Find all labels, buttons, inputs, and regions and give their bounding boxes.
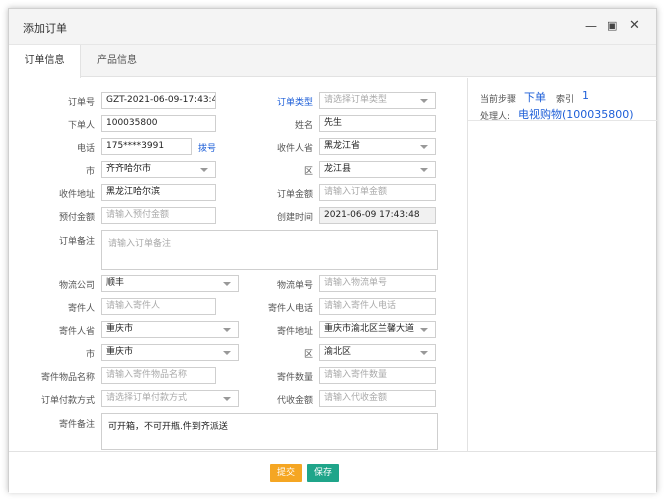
- phone-input[interactable]: 175****3991: [101, 138, 192, 155]
- payment-method-label: 订单付款方式: [40, 396, 95, 406]
- sender-address-select[interactable]: 重庆市渝北区兰馨大道: [319, 321, 436, 338]
- dialog-footer: 提交 保存: [9, 451, 656, 493]
- cod-amount-label: 代收金额: [276, 396, 313, 406]
- orderer-label: 下单人: [67, 121, 95, 131]
- name-label: 姓名: [294, 121, 313, 131]
- item-count-label: 寄件数量: [276, 373, 313, 383]
- created-time-field: 2021-06-09 17:43:48: [319, 207, 436, 224]
- cod-amount-input[interactable]: 请输入代收金额: [319, 390, 436, 407]
- workflow-panel: 当前步骤 下单 索引 1 处理人: 电视购物(100035800): [467, 78, 658, 451]
- order-type-label: 订单类型: [276, 98, 313, 108]
- order-type-select[interactable]: 请选择订单类型: [319, 92, 436, 109]
- recv-province-label: 收件人省: [276, 144, 313, 154]
- phone-label: 电话: [76, 144, 95, 154]
- order-note-label: 订单备注: [58, 237, 95, 247]
- sender-province-select[interactable]: 重庆市: [101, 321, 239, 338]
- side-divider: [468, 120, 658, 121]
- payment-method-select[interactable]: 请选择订单付款方式: [101, 390, 239, 407]
- sender-address-label: 寄件地址: [276, 327, 313, 337]
- sender-city-label: 市: [85, 350, 95, 360]
- dialog-title: 添加订单: [23, 22, 67, 35]
- index-label: 索引: [556, 95, 575, 105]
- order-amount-input[interactable]: 请输入订单金额: [319, 184, 436, 201]
- title-bar: 添加订单 — ▣ ✕: [9, 9, 656, 45]
- order-note-textarea[interactable]: 请输入订单备注: [101, 230, 438, 270]
- tab-bar: 订单信息 产品信息: [9, 45, 656, 78]
- sender-phone-input[interactable]: 请输入寄件人电话: [319, 298, 436, 315]
- logistics-label: 物流公司: [58, 281, 95, 291]
- created-time-label: 创建时间: [276, 213, 313, 223]
- recv-address-input[interactable]: 黑龙江哈尔滨: [101, 184, 216, 201]
- index-value: 1: [582, 89, 589, 102]
- add-order-dialog: 添加订单 — ▣ ✕ 订单信息 产品信息 订单号 GZT-2021-06-09-…: [8, 8, 658, 493]
- send-note-textarea[interactable]: 可开箱，不可开瓶.件到齐派送: [101, 413, 438, 450]
- tracking-no-input[interactable]: 请输入物流单号: [319, 275, 436, 292]
- minimize-icon[interactable]: —: [585, 19, 597, 33]
- name-input[interactable]: 先生: [319, 115, 436, 132]
- sender-district-select[interactable]: 渝北区: [319, 344, 436, 361]
- dial-link[interactable]: 拨号: [198, 141, 216, 154]
- order-no-input[interactable]: GZT-2021-06-09-17:43:48: [101, 92, 216, 109]
- city-select[interactable]: 齐齐哈尔市: [101, 161, 216, 178]
- item-name-label: 寄件物品名称: [40, 373, 95, 383]
- district-label: 区: [303, 167, 313, 177]
- step-label: 当前步骤: [480, 95, 517, 105]
- recv-province-select[interactable]: 黑龙江省: [319, 138, 436, 155]
- order-amount-label: 订单金额: [276, 190, 313, 200]
- sender-city-select[interactable]: 重庆市: [101, 344, 239, 361]
- district-select[interactable]: 龙江县: [319, 161, 436, 178]
- sender-input[interactable]: 请输入寄件人: [101, 298, 216, 315]
- prepay-amount-input[interactable]: 请输入预付金额: [101, 207, 216, 224]
- sender-district-label: 区: [303, 350, 313, 360]
- submit-button[interactable]: 提交: [270, 464, 302, 482]
- item-name-input[interactable]: 请输入寄件物品名称: [101, 367, 216, 384]
- prepay-amount-label: 预付金额: [58, 213, 95, 223]
- maximize-icon[interactable]: ▣: [607, 19, 617, 33]
- recv-address-label: 收件地址: [58, 190, 95, 200]
- sender-label: 寄件人: [67, 304, 95, 314]
- send-note-label: 寄件备注: [58, 420, 95, 430]
- sender-province-label: 寄件人省: [58, 327, 95, 337]
- save-button[interactable]: 保存: [307, 464, 339, 482]
- city-label: 市: [85, 167, 95, 177]
- item-count-input[interactable]: 请输入寄件数量: [319, 367, 436, 384]
- logistics-select[interactable]: 顺丰: [101, 275, 239, 292]
- sender-phone-label: 寄件人电话: [267, 304, 313, 314]
- tab-product-info[interactable]: 产品信息: [81, 45, 153, 77]
- form-area: 订单号 GZT-2021-06-09-17:43:48 订单类型 请选择订单类型…: [9, 78, 658, 451]
- order-no-label: 订单号: [67, 98, 95, 108]
- tracking-no-label: 物流单号: [276, 281, 313, 291]
- close-icon[interactable]: ✕: [629, 19, 640, 33]
- orderer-input[interactable]: 100035800: [101, 115, 216, 132]
- step-value: 下单: [524, 91, 546, 104]
- tab-order-info[interactable]: 订单信息: [9, 45, 81, 78]
